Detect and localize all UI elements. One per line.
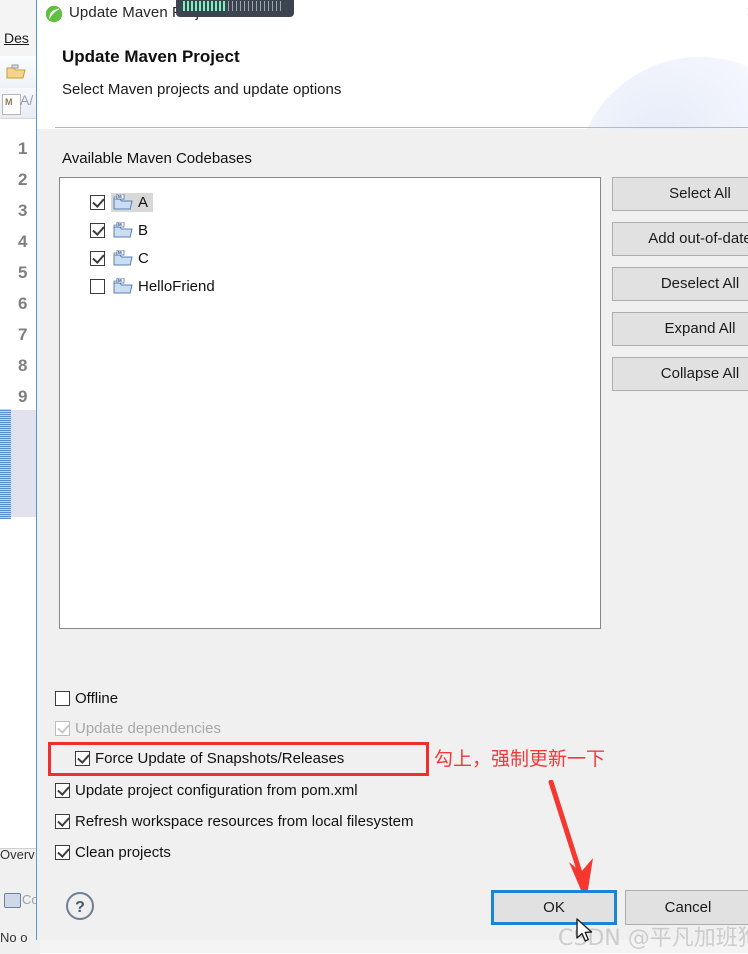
- svg-text:?: ?: [75, 899, 85, 916]
- update-maven-project-dialog: Update Maven Project ✕ Update Maven Proj…: [36, 0, 748, 940]
- ide-toolbar: [0, 56, 40, 89]
- ide-status-text: No o: [0, 930, 28, 945]
- maven-project-folder-icon: M: [113, 221, 133, 237]
- offline-label: Offline: [75, 690, 119, 707]
- refresh-workspace-checkbox[interactable]: [55, 814, 70, 829]
- offline-checkbox[interactable]: [55, 691, 70, 706]
- add-out-of-date-button[interactable]: Add out-of-date: [612, 222, 748, 256]
- tree-checkbox[interactable]: [90, 278, 105, 294]
- tree-row[interactable]: M HelloFriend: [90, 274, 220, 298]
- close-icon[interactable]: ✕: [741, 3, 748, 23]
- svg-text:M: M: [118, 278, 122, 283]
- refresh-workspace-option[interactable]: Refresh workspace resources from local f…: [55, 813, 413, 830]
- clean-projects-checkbox[interactable]: [55, 845, 70, 860]
- ide-overview-tab[interactable]: Overv: [0, 847, 35, 862]
- page-subtitle: Select Maven projects and update options: [62, 81, 342, 98]
- ide-menu-item-design[interactable]: Des: [0, 30, 29, 46]
- svg-text:M: M: [118, 250, 122, 255]
- cancel-button[interactable]: Cancel: [625, 890, 748, 925]
- collapse-all-button[interactable]: Collapse All: [612, 357, 748, 391]
- codebases-label: Available Maven Codebases: [62, 150, 252, 167]
- maven-project-folder-icon: M: [113, 193, 133, 209]
- update-dependencies-option: Update dependencies: [55, 720, 221, 737]
- offline-option[interactable]: Offline: [55, 690, 118, 707]
- clean-projects-option[interactable]: Clean projects: [55, 844, 171, 861]
- svg-text:M: M: [118, 194, 122, 199]
- maven-file-icon: [2, 94, 21, 115]
- tree-item-label: A: [138, 193, 149, 211]
- tooltip-overlay: [176, 0, 294, 17]
- maven-project-folder-icon: M: [113, 277, 133, 293]
- ide-menu-bar[interactable]: Des: [0, 30, 40, 54]
- ok-button[interactable]: OK: [491, 890, 617, 925]
- force-update-checkbox[interactable]: [75, 751, 90, 766]
- update-project-config-option[interactable]: Update project configuration from pom.xm…: [55, 782, 358, 799]
- annotation-text: 勾上，强制更新一下: [434, 748, 606, 770]
- tree-checkbox[interactable]: [90, 222, 105, 238]
- select-all-button[interactable]: Select All: [612, 177, 748, 211]
- tree-checkbox[interactable]: [90, 194, 105, 210]
- update-dependencies-label: Update dependencies: [75, 720, 221, 737]
- tree-row[interactable]: M A: [90, 190, 154, 214]
- refresh-workspace-label: Refresh workspace resources from local f…: [75, 813, 414, 830]
- maven-codebases-tree[interactable]: M A M B M C M HelloFriend: [59, 177, 601, 629]
- maven-leaf-icon: [45, 5, 63, 23]
- dialog-header: Update Maven Project ✕ Update Maven Proj…: [37, 0, 748, 129]
- page-title: Update Maven Project: [62, 47, 240, 66]
- ide-editor-tab-label: A/: [20, 92, 34, 108]
- tree-item-label: HelloFriend: [138, 277, 215, 295]
- tree-row[interactable]: M C: [90, 246, 154, 270]
- deselect-all-button[interactable]: Deselect All: [612, 267, 748, 301]
- svg-text:M: M: [118, 222, 122, 227]
- force-update-option[interactable]: Force Update of Snapshots/Releases: [75, 750, 344, 767]
- tree-row[interactable]: M B: [90, 218, 153, 242]
- clean-projects-label: Clean projects: [75, 844, 171, 861]
- open-folder-icon[interactable]: [6, 64, 26, 80]
- dialog-body: Available Maven Codebases M A M B M C M …: [37, 130, 748, 940]
- question-mark-help-icon[interactable]: ?: [65, 891, 95, 921]
- maven-project-folder-icon: M: [113, 249, 133, 265]
- update-dependencies-checkbox: [55, 721, 70, 736]
- console-icon: [4, 893, 21, 908]
- expand-all-button[interactable]: Expand All: [612, 312, 748, 346]
- tree-item-label: C: [138, 249, 149, 267]
- update-project-config-label: Update project configuration from pom.xm…: [75, 782, 358, 799]
- ide-change-marker: [0, 409, 11, 519]
- tree-item-label: B: [138, 221, 149, 239]
- ide-editor-area: [0, 118, 40, 849]
- tree-checkbox[interactable]: [90, 250, 105, 266]
- update-project-config-checkbox[interactable]: [55, 783, 70, 798]
- header-decoration: [575, 57, 748, 129]
- header-divider: [55, 127, 748, 128]
- dialog-title-bar[interactable]: Update Maven Project ✕: [37, 0, 748, 29]
- force-update-label: Force Update of Snapshots/Releases: [95, 750, 345, 767]
